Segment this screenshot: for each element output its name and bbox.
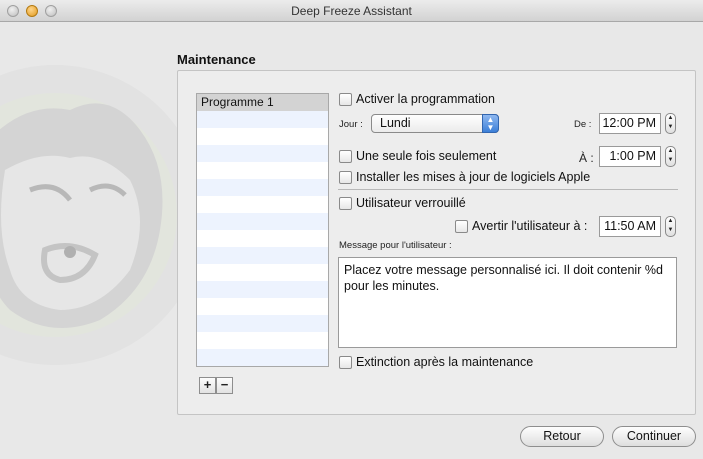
from-label: De : (574, 119, 592, 130)
warn-user-checkbox[interactable]: Avertir l'utilisateur à : (455, 219, 587, 233)
remove-schedule-button[interactable]: − (216, 377, 233, 394)
list-item[interactable] (197, 281, 328, 298)
enable-schedule-label: Activer la programmation (356, 92, 495, 106)
list-item[interactable] (197, 162, 328, 179)
polar-bear-logo-icon (0, 65, 200, 365)
install-updates-label: Installer les mises à jour de logiciels … (356, 170, 591, 184)
section-title: Maintenance (177, 52, 256, 67)
list-item[interactable] (197, 111, 328, 128)
list-item[interactable] (197, 230, 328, 247)
schedule-list[interactable]: Programme 1 (196, 93, 329, 367)
checkbox-box[interactable] (339, 149, 352, 163)
list-item[interactable] (197, 298, 328, 315)
user-locked-checkbox[interactable]: Utilisateur verrouillé (339, 196, 466, 210)
checkbox-box[interactable] (339, 170, 352, 184)
from-time-stepper[interactable]: ▲ ▼ (665, 113, 676, 134)
enable-schedule-checkbox[interactable]: Activer la programmation (339, 92, 495, 106)
shutdown-after-checkbox[interactable]: Extinction après la maintenance (339, 355, 533, 369)
from-time-field[interactable]: 12:00 PM (599, 113, 661, 134)
install-updates-checkbox[interactable]: Installer les mises à jour de logiciels … (339, 170, 590, 184)
window-title: Deep Freeze Assistant (291, 4, 412, 18)
list-item[interactable] (197, 315, 328, 332)
list-item[interactable] (197, 247, 328, 264)
list-item[interactable] (197, 332, 328, 349)
list-item[interactable] (197, 213, 328, 230)
divider (338, 189, 678, 190)
user-message-textarea[interactable]: Placez votre message personnalisé ici. I… (338, 257, 677, 348)
user-locked-label: Utilisateur verrouillé (356, 196, 466, 210)
checkbox-box[interactable] (339, 196, 352, 210)
warn-time-stepper[interactable]: ▲ ▼ (665, 216, 676, 237)
shutdown-after-label: Extinction après la maintenance (356, 355, 534, 369)
to-time-field[interactable]: 1:00 PM (599, 146, 661, 167)
back-button[interactable]: Retour (520, 426, 604, 447)
checkbox-box[interactable] (339, 92, 352, 106)
message-label: Message pour l'utilisateur : (339, 240, 452, 251)
list-item[interactable] (197, 196, 328, 213)
day-select[interactable]: Lundi ▲ ▼ (371, 114, 499, 133)
list-item[interactable] (197, 128, 328, 145)
warn-user-label: Avertir l'utilisateur à : (472, 219, 588, 233)
checkbox-box[interactable] (455, 219, 468, 233)
once-only-checkbox[interactable]: Une seule fois seulement (339, 149, 496, 163)
to-time-stepper[interactable]: ▲ ▼ (665, 146, 676, 167)
day-label: Jour : (339, 119, 363, 130)
list-item[interactable] (197, 349, 328, 366)
assistant-window: Deep Freeze Assistant Maintenance Progra… (0, 0, 703, 459)
continue-button[interactable]: Continuer (612, 426, 696, 447)
list-item[interactable]: Programme 1 (197, 94, 328, 111)
checkbox-box[interactable] (339, 355, 352, 369)
warn-time-field[interactable]: 11:50 AM (599, 216, 661, 237)
list-item[interactable] (197, 145, 328, 162)
list-item[interactable] (197, 179, 328, 196)
add-schedule-button[interactable]: + (199, 377, 216, 394)
up-down-arrows-icon: ▲ ▼ (482, 114, 499, 133)
to-label: À : (579, 151, 594, 165)
once-only-label: Une seule fois seulement (356, 149, 497, 163)
day-select-value: Lundi (380, 116, 411, 130)
list-item[interactable] (197, 264, 328, 281)
title-bar: Deep Freeze Assistant (0, 0, 703, 22)
